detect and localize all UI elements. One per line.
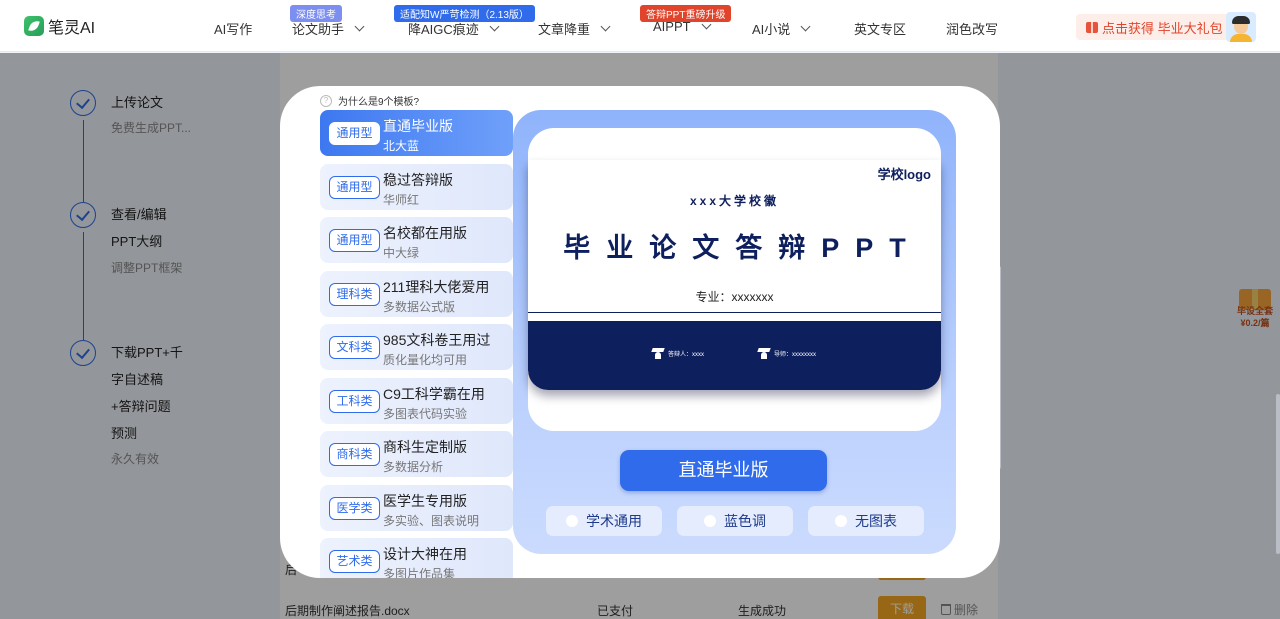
template-name: 211理科大佬爱用 — [383, 278, 490, 295]
template-preview-panel: 学校logo xxx大学校徽 毕业论文答辩PPT 专业：xxxxxxx 答辩人：… — [513, 110, 956, 554]
chevron-down-icon — [800, 21, 811, 32]
nav-english[interactable]: 英文专区 — [854, 19, 906, 38]
option-academic[interactable]: 学术通用 — [546, 506, 662, 536]
gift-package-button[interactable]: 点击获得 毕业大礼包 — [1076, 14, 1233, 40]
option-label: 蓝色调 — [724, 513, 766, 529]
avatar-hair — [1232, 16, 1250, 24]
template-name: 设计大神在用 — [383, 546, 467, 562]
nav-label: 文章降重 — [538, 22, 591, 37]
template-name: 医学生专用版 — [383, 492, 467, 509]
top-navbar: 笔灵AI AI写作 深度思考 论文助手 适配知W严苛检测（2.13版） 降AIG… — [0, 0, 1280, 52]
template-name: 直通毕业版 — [383, 118, 453, 134]
template-item[interactable]: 通用型 稳过答辩版 华师红 — [320, 163, 513, 210]
slide-footer-band: 答辩人：xxxx 导师：xxxxxxxx — [528, 321, 941, 390]
template-sub: 多数据公式版 — [383, 299, 456, 314]
nav-label: AIPPT — [653, 19, 691, 34]
template-item[interactable]: 通用型 直通毕业版 北大蓝 — [320, 110, 513, 156]
why-nine-templates-label: 为什么是9个模板? — [338, 97, 420, 108]
nav-label: 英文专区 — [854, 22, 907, 37]
template-tag: 工科类 — [329, 389, 380, 413]
nav-reduce-aigc[interactable]: 降AIGC痕迹 — [408, 19, 500, 38]
brand-logo[interactable]: 笔灵AI — [24, 14, 95, 38]
option-label: 无图表 — [855, 513, 897, 529]
template-sub: 北大蓝 — [383, 139, 420, 153]
template-list: 通用型 直通毕业版 北大蓝 通用型 稳过答辩版 华师红 通用型 名校都在用版 中… — [320, 110, 513, 578]
gift-icon — [1086, 21, 1098, 33]
question-icon: ? — [320, 94, 332, 107]
nav-label: 降AIGC痕迹 — [408, 22, 479, 37]
template-tag: 通用型 — [329, 175, 380, 199]
chevron-down-icon — [489, 21, 500, 32]
avatar[interactable] — [1226, 12, 1256, 42]
template-sub: 质化量化均可用 — [383, 353, 468, 367]
template-item[interactable]: 理科类 211理科大佬爱用 多数据公式版 — [320, 270, 513, 317]
template-name: 985文科卷王用过 — [383, 332, 491, 348]
radio-icon — [704, 515, 716, 527]
nav-label: AI小说 — [752, 22, 791, 37]
template-sub: 华师红 — [383, 192, 420, 207]
slide-school-emblem: xxx大学校徽 — [689, 194, 780, 208]
slide-title: 毕业论文答辩PPT — [563, 233, 922, 263]
radio-icon — [835, 515, 847, 527]
nav-polish[interactable]: 润色改写 — [946, 19, 998, 38]
chevron-down-icon — [600, 21, 611, 32]
template-sub: 中大绿 — [383, 246, 420, 260]
nav-ai-novel[interactable]: AI小说 — [752, 19, 811, 38]
presenter-text: 答辩人：xxxx — [668, 351, 705, 358]
gift-label: 点击获得 毕业大礼包 — [1102, 20, 1223, 36]
template-sub: 多实验、图表说明 — [383, 513, 480, 528]
option-label: 学术通用 — [586, 513, 642, 529]
why-nine-templates-link[interactable]: ? 为什么是9个模板? — [320, 93, 419, 108]
graduation-cap-icon — [652, 347, 664, 359]
nav-reduce-duplication[interactable]: 文章降重 — [538, 19, 611, 38]
template-name: 名校都在用版 — [383, 225, 467, 241]
template-tag: 文科类 — [329, 336, 380, 359]
template-name: 商科生定制版 — [383, 439, 467, 455]
nav-thesis-assistant[interactable]: 论文助手 — [292, 19, 365, 38]
option-blue-tone[interactable]: 蓝色调 — [677, 506, 793, 536]
brand-name: 笔灵AI — [48, 20, 96, 37]
template-sub: 多图表代码实验 — [383, 406, 468, 421]
graduation-cap-icon — [758, 347, 770, 359]
template-name: 稳过答辩版 — [383, 171, 453, 188]
chevron-down-icon — [354, 21, 365, 32]
nav-aippt[interactable]: AIPPT — [653, 19, 712, 34]
template-tag: 理科类 — [329, 282, 380, 306]
template-item[interactable]: 工科类 C9工科学霸在用 多图表代码实验 — [320, 377, 513, 424]
option-no-charts[interactable]: 无图表 — [808, 506, 924, 536]
page-scrollbar[interactable] — [1276, 394, 1280, 554]
template-picker-modal: ? 为什么是9个模板? 通用型 直通毕业版 北大蓝 通用型 稳过答辩版 华师红 … — [280, 86, 1000, 578]
slide-divider — [528, 312, 941, 313]
template-item[interactable]: 文科类 985文科卷王用过 质化量化均可用 — [320, 324, 513, 370]
advisor-text: 导师：xxxxxxxx — [774, 351, 817, 358]
template-item[interactable]: 医学类 医学生专用版 多实验、图表说明 — [320, 484, 513, 531]
template-tag: 通用型 — [329, 229, 380, 252]
template-item[interactable]: 商科类 商科生定制版 多数据分析 — [320, 431, 513, 477]
nav-label: 润色改写 — [946, 22, 999, 37]
feather-logo-icon — [24, 16, 44, 36]
slide-advisor: 导师：xxxxxxxx — [758, 347, 816, 359]
template-tag: 医学类 — [329, 496, 380, 520]
slide-major: 专业：xxxxxxx — [695, 290, 774, 304]
template-item[interactable]: 通用型 名校都在用版 中大绿 — [320, 217, 513, 263]
nav-label: AI写作 — [214, 22, 253, 37]
nav-label: 论文助手 — [292, 22, 345, 37]
template-tag: 通用型 — [329, 122, 380, 145]
slide-presenter: 答辩人：xxxx — [652, 347, 704, 359]
avatar-shirt — [1230, 34, 1252, 42]
template-tag: 艺术类 — [329, 550, 380, 573]
template-tag: 商科类 — [329, 443, 380, 466]
template-sub: 多图片作品集 — [383, 567, 456, 578]
template-name: C9工科学霸在用 — [383, 385, 485, 402]
slide-preview: 学校logo xxx大学校徽 毕业论文答辩PPT 专业：xxxxxxx 答辩人：… — [528, 160, 941, 390]
slide-school-logo: 学校logo — [877, 167, 931, 182]
template-item[interactable]: 艺术类 设计大神在用 多图片作品集 — [320, 538, 513, 578]
template-sub: 多数据分析 — [383, 460, 444, 474]
nav-ai-writing[interactable]: AI写作 — [214, 19, 252, 38]
radio-icon — [566, 515, 578, 527]
chevron-down-icon — [701, 19, 712, 30]
use-template-button[interactable]: 直通毕业版 — [620, 450, 827, 491]
